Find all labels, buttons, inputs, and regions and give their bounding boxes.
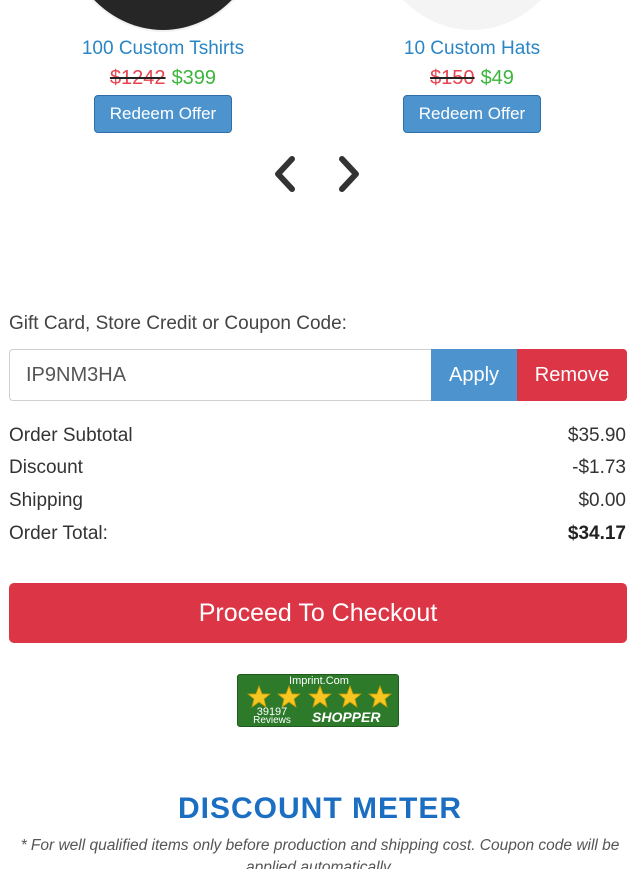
summary-label: Discount [9,457,83,478]
proceed-to-checkout-button[interactable]: Proceed To Checkout [9,583,627,643]
summary-label: Order Total: [9,523,108,544]
offer-image-tshirts[interactable] [58,0,268,30]
apply-coupon-button[interactable]: Apply [431,349,517,401]
new-price: $49 [480,67,514,89]
order-subtotal-row: Order Subtotal $35.90 [9,421,626,451]
badge-approved-text: SHOPPER APPROVED [312,709,381,725]
old-price: $150 [430,67,475,89]
offer-name[interactable]: 100 Custom Tshirts [38,38,288,60]
chevron-left-icon [275,156,295,192]
summary-label: Shipping [9,490,83,511]
old-price: $1242 [109,67,166,89]
coupon-label: Gift Card, Store Credit or Coupon Code: [9,313,347,334]
new-price: $399 [171,67,217,89]
redeem-offer-button[interactable]: Redeem Offer [403,95,541,133]
remove-coupon-button[interactable]: Remove [517,349,627,401]
coupon-input-group: Apply Remove [9,349,627,401]
redeem-offer-button[interactable]: Redeem Offer [94,95,232,133]
offer-price: $1242 $399 [38,67,288,90]
order-total-value: $34.17 [567,523,626,544]
summary-label: Order Subtotal [9,425,133,446]
discount-meter-note: * For well qualified items only before p… [20,837,620,869]
discount-row: Discount -$1.73 [9,453,626,483]
star-icon [368,685,392,708]
shipping-row: Shipping $0.00 [9,486,626,516]
subtotal-value: $35.90 [567,425,626,446]
discount-value: -$1.73 [572,457,626,478]
offer-image-hats[interactable] [367,0,577,30]
shipping-value: $0.00 [578,490,626,511]
order-total-row: Order Total: $34.17 [9,519,626,549]
star-icon [337,685,362,708]
star-icon [307,685,332,708]
coupon-code-input[interactable] [9,349,431,401]
offer-name[interactable]: 10 Custom Hats [347,38,597,60]
shopper-approved-badge[interactable]: Imprint.Com 39197 Reviews SHOPPER APPROV… [237,674,399,727]
badge-reviews-word: Reviews [253,715,291,726]
discount-meter-title: DISCOUNT METER [178,792,462,825]
chevron-right-icon [339,156,359,192]
offer-price: $150 $49 [347,67,597,90]
carousel-next-button[interactable] [334,155,364,193]
carousel-prev-button[interactable] [270,155,300,193]
